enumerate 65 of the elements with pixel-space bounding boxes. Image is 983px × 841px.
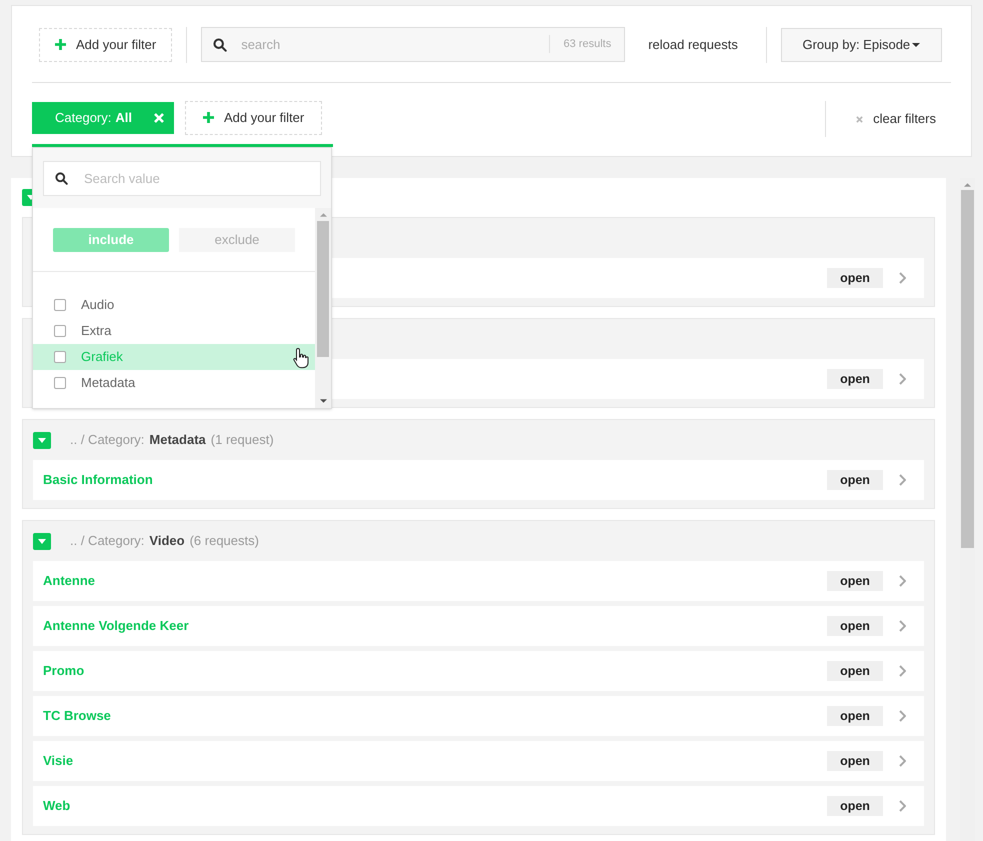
open-button[interactable]: open [827,616,883,636]
open-button[interactable]: open [827,268,883,288]
add-filter-button[interactable]: Add your filter [185,100,322,134]
category-option[interactable]: Extra [33,318,315,344]
caret-icon [38,438,46,442]
plus-icon [55,39,66,50]
value-search-field[interactable]: Search value [43,161,321,196]
close-icon [856,116,864,122]
open-button[interactable]: open [827,470,883,490]
search-icon [55,172,68,185]
clear-filters-link[interactable]: clear filters [856,109,936,129]
open-button[interactable]: open [827,661,883,681]
checkbox[interactable] [54,377,66,389]
request-row[interactable]: Antenne open [33,561,924,601]
request-count: (6 requests) [190,532,259,550]
request-row[interactable]: Basic Information open [33,460,924,500]
close-icon[interactable] [154,112,164,122]
add-filter-button[interactable]: Add your filter [39,28,172,62]
request-title: TC Browse [43,707,111,726]
group-name: Video [149,532,185,550]
request-title: Basic Information [43,471,153,490]
checkbox[interactable] [54,325,66,337]
chevron-right-icon[interactable] [899,373,906,385]
request-row[interactable]: TC Browse open [33,696,924,736]
chevron-right-icon[interactable] [899,665,906,677]
chevron-right-icon[interactable] [899,620,906,632]
chevron-right-icon[interactable] [899,575,906,587]
open-button[interactable]: open [827,796,883,816]
request-count: (1 request) [210,431,274,450]
group-path: .. / Category: [70,431,144,450]
group-by-dropdown[interactable]: Group by: Episode [780,28,942,62]
group-name: Metadata [149,431,206,450]
chevron-right-icon[interactable] [899,710,906,722]
category-option[interactable]: Metadata [33,370,315,396]
chevron-right-icon[interactable] [899,474,906,486]
chevron-right-icon[interactable] [899,272,906,284]
request-title: Web [43,797,70,816]
hand-cursor-icon [293,347,309,369]
open-button[interactable]: open [827,369,883,389]
caret-icon [38,538,46,544]
collapse-toggle[interactable] [33,432,51,448]
open-button[interactable]: open [827,751,883,771]
request-row[interactable]: Promo open [33,651,924,691]
reload-requests-link[interactable]: reload requests [648,34,738,54]
request-row[interactable]: Web open [33,786,924,826]
collapse-toggle[interactable] [33,532,51,550]
group-path: .. / Category: [70,532,144,550]
request-title: Antenne Volgende Keer [43,617,189,636]
open-button[interactable]: open [827,706,883,726]
request-title: Visie [43,752,74,770]
results-count: 63 results [564,36,612,52]
checkbox[interactable] [54,299,66,311]
dropdown-scrollbar[interactable] [315,208,331,408]
search-icon [213,38,228,52]
checkbox[interactable] [54,351,66,363]
request-row[interactable]: Antenne Volgende Keer open [33,606,924,646]
chevron-right-icon[interactable] [899,800,906,812]
caret-down-icon [912,42,920,46]
request-row[interactable]: Visie open [33,741,924,781]
request-title: Antenne [43,572,95,590]
plus-icon [203,112,214,123]
chevron-right-icon[interactable] [899,755,906,767]
open-button[interactable]: open [827,571,883,591]
scroll-up-icon[interactable] [964,183,971,187]
request-title: Promo [43,662,84,680]
